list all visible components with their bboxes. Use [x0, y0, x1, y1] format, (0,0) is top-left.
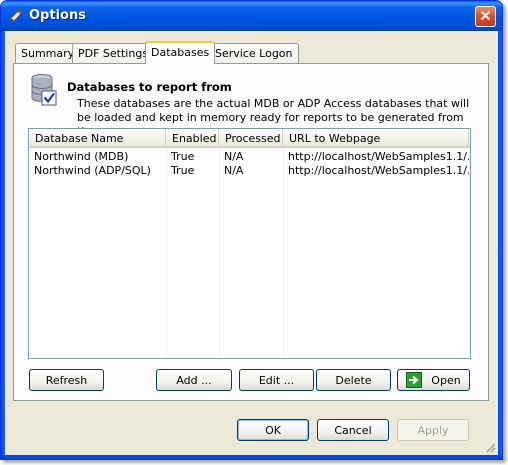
green-arrow-icon — [406, 372, 423, 388]
button-label: Apply — [417, 423, 449, 437]
tab-summary[interactable]: Summary — [15, 43, 81, 63]
edit-button[interactable]: Edit ... — [239, 369, 314, 391]
frame-bottom — [1, 455, 502, 459]
close-icon — [480, 10, 491, 24]
databases-list[interactable]: Database Name Enabled Processed URL to W… — [28, 128, 471, 359]
column-header-database-name[interactable]: Database Name — [29, 129, 166, 146]
tab-label: Service Logon — [215, 47, 293, 60]
grid-line — [469, 148, 470, 358]
button-label: Add ... — [176, 373, 212, 387]
title-bar[interactable]: Options — [1, 1, 502, 31]
delete-button[interactable]: Delete — [316, 369, 391, 391]
add-button[interactable]: Add ... — [156, 369, 232, 391]
cell-enabled: True — [171, 150, 195, 163]
resize-grip-icon[interactable] — [484, 441, 496, 453]
cell-processed: N/A — [224, 164, 244, 177]
open-button[interactable]: Open — [397, 369, 470, 391]
section-title: Databases to report from — [67, 80, 232, 94]
button-label: Open — [431, 373, 461, 387]
cell-url: http://localhost/WebSamples1.1/... — [288, 150, 469, 163]
apply-button: Apply — [397, 419, 469, 441]
tab-pdf-settings[interactable]: PDF Settings — [72, 43, 155, 63]
cell-processed: N/A — [224, 150, 244, 163]
window-title: Options — [29, 8, 86, 23]
frame-right — [498, 31, 502, 459]
tab-databases[interactable]: Databases — [145, 41, 216, 64]
cell-database-name: Northwind (MDB) — [34, 150, 129, 163]
tab-label: Databases — [151, 46, 210, 59]
button-label: Refresh — [45, 373, 88, 387]
databases-panel: Databases to report from These databases… — [13, 63, 489, 401]
database-check-icon — [30, 73, 58, 107]
grid-line — [219, 148, 220, 358]
refresh-button[interactable]: Refresh — [29, 369, 104, 391]
close-button[interactable] — [475, 6, 496, 27]
column-header-url[interactable]: URL to Webpage — [283, 129, 469, 146]
table-row[interactable]: Northwind (MDB) True N/A http://localhos… — [29, 150, 470, 164]
tab-service-logon[interactable]: Service Logon — [209, 43, 299, 63]
button-label: OK — [265, 423, 281, 437]
tab-label: PDF Settings — [78, 47, 149, 60]
column-header-label: Database Name — [35, 132, 124, 145]
button-label: Edit ... — [258, 373, 295, 387]
pen-icon — [8, 8, 24, 24]
list-header: Database Name Enabled Processed URL to W… — [29, 129, 470, 148]
grid-line — [283, 148, 284, 358]
ok-button[interactable]: OK — [237, 419, 309, 441]
cell-url: http://localhost/WebSamples1.1/... — [288, 164, 469, 177]
cancel-button[interactable]: Cancel — [317, 419, 389, 441]
column-header-label: Enabled — [172, 132, 217, 145]
cell-enabled: True — [171, 164, 195, 177]
grid-line — [166, 148, 167, 358]
frame-left — [1, 31, 5, 459]
options-dialog: Options Summary PDF Settings Databases S… — [0, 0, 503, 460]
button-label: Delete — [335, 373, 372, 387]
cell-database-name: Northwind (ADP/SQL) — [34, 164, 151, 177]
tab-label: Summary — [21, 47, 75, 60]
column-header-label: Processed — [225, 132, 281, 145]
column-header-processed[interactable]: Processed — [219, 129, 283, 146]
column-header-enabled[interactable]: Enabled — [166, 129, 219, 146]
button-label: Cancel — [334, 423, 372, 437]
table-row[interactable]: Northwind (ADP/SQL) True N/A http://loca… — [29, 164, 470, 178]
column-header-label: URL to Webpage — [289, 132, 381, 145]
